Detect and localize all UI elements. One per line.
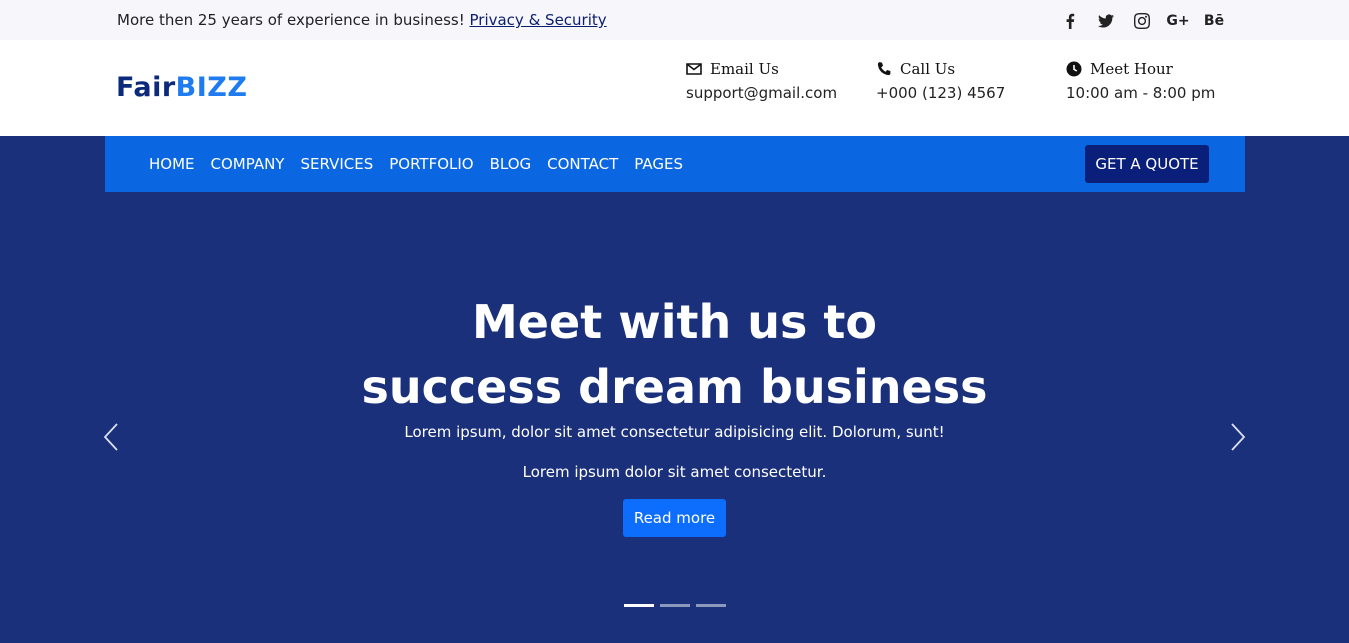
hero-subtitle-1: Lorem ipsum, dolor sit amet consectetur … (404, 423, 945, 441)
google-plus-icon[interactable]: G+ (1166, 10, 1190, 32)
experience-text: More then 25 years of experience in busi… (117, 11, 465, 29)
hero-title-line-1: Meet with us to (472, 295, 877, 349)
get-a-quote-button[interactable]: GET A QUOTE (1085, 145, 1209, 183)
envelope-icon (686, 63, 702, 75)
hours-info: Meet Hour 10:00 am - 8:00 pm (1066, 60, 1215, 102)
main-navbar: HOME COMPANY SERVICES PORTFOLIO BLOG CON… (105, 136, 1245, 192)
phone-icon (877, 62, 891, 76)
chevron-left-icon (103, 423, 118, 451)
clock-icon (1066, 61, 1082, 77)
social-links: G+ Bē (1058, 10, 1238, 32)
carousel-indicator[interactable] (696, 604, 726, 607)
nav-menu: HOME COMPANY SERVICES PORTFOLIO BLOG CON… (149, 136, 699, 192)
carousel-indicators (624, 604, 732, 607)
chevron-right-icon (1231, 423, 1246, 451)
call-title: Call Us (900, 60, 956, 78)
email-value[interactable]: support@gmail.com (686, 84, 837, 102)
call-info: Call Us +000 (123) 4567 (876, 60, 1005, 102)
carousel-prev-button[interactable] (96, 420, 126, 454)
logo-part-fair: Fair (116, 72, 176, 103)
privacy-security-link[interactable]: Privacy & Security (470, 11, 607, 29)
brand-logo[interactable]: FairBIZZ (116, 72, 247, 103)
top-bar: More then 25 years of experience in busi… (0, 0, 1349, 40)
hero-title: Meet with us to success dream business (0, 290, 1349, 420)
carousel-next-button[interactable] (1223, 420, 1253, 454)
nav-item-home[interactable]: HOME (149, 155, 195, 173)
facebook-icon[interactable] (1058, 10, 1082, 32)
site-header: FairBIZZ Email Us support@gmail.com Call… (0, 40, 1349, 136)
hours-value: 10:00 am - 8:00 pm (1066, 84, 1216, 102)
email-title: Email Us (710, 60, 779, 78)
nav-item-portfolio[interactable]: PORTFOLIO (389, 155, 473, 173)
hero-title-line-2: success dream business (361, 360, 988, 414)
nav-item-blog[interactable]: BLOG (490, 155, 532, 173)
carousel-indicator[interactable] (624, 604, 654, 607)
email-info: Email Us support@gmail.com (686, 60, 837, 102)
nav-item-services[interactable]: SERVICES (300, 155, 373, 173)
call-value[interactable]: +000 (123) 4567 (876, 84, 1005, 102)
nav-item-pages[interactable]: PAGES (634, 155, 683, 173)
hours-title: Meet Hour (1090, 60, 1173, 78)
instagram-icon[interactable] (1130, 10, 1154, 32)
twitter-icon[interactable] (1094, 10, 1118, 32)
read-more-button[interactable]: Read more (623, 499, 726, 537)
nav-item-contact[interactable]: CONTACT (547, 155, 618, 173)
carousel-indicator[interactable] (660, 604, 690, 607)
topbar-message: More then 25 years of experience in busi… (117, 11, 607, 29)
behance-icon[interactable]: Bē (1202, 10, 1226, 32)
hero-subtitle-2: Lorem ipsum dolor sit amet consectetur. (522, 463, 827, 481)
nav-item-company[interactable]: COMPANY (211, 155, 285, 173)
logo-part-bizz: BIZZ (175, 72, 248, 103)
